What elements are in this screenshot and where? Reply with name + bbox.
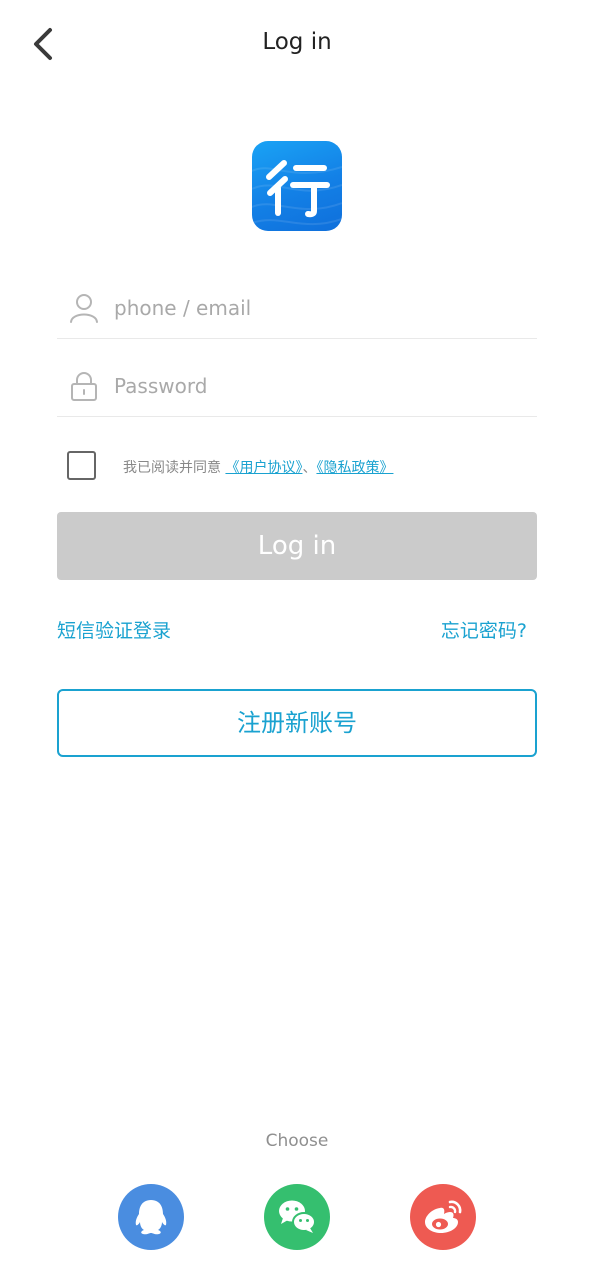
wechat-icon bbox=[279, 1200, 316, 1233]
app-logo bbox=[252, 141, 342, 231]
phone-email-field bbox=[57, 278, 537, 339]
wechat-login-button[interactable] bbox=[264, 1184, 330, 1250]
phone-email-input[interactable] bbox=[114, 290, 524, 326]
user-icon bbox=[70, 294, 98, 323]
third-party-login-label: Choose bbox=[265, 1131, 329, 1151]
agreement-checkbox[interactable] bbox=[67, 451, 96, 480]
forgot-password-link[interactable]: 忘记密码? bbox=[441, 616, 527, 643]
weibo-login-button[interactable] bbox=[410, 1184, 476, 1250]
user-agreement-link[interactable]: 《用户协议》 bbox=[225, 460, 302, 476]
qq-icon bbox=[135, 1200, 167, 1235]
lock-icon bbox=[71, 372, 97, 401]
agreement-prefix: 我已阅读并同意 bbox=[123, 460, 221, 476]
qq-login-button[interactable] bbox=[118, 1184, 184, 1250]
password-input[interactable] bbox=[114, 368, 524, 404]
password-field bbox=[57, 356, 537, 417]
agreement-separator: 、 bbox=[302, 460, 317, 476]
sms-login-link[interactable]: 短信验证登录 bbox=[57, 616, 171, 643]
agreement-text: 我已阅读并同意 《用户协议》、《隐私政策》 bbox=[123, 457, 393, 477]
weibo-icon bbox=[425, 1200, 462, 1233]
login-page: Log in 我已阅读并同意 bbox=[0, 0, 594, 1280]
app-logo-glyph bbox=[252, 160, 342, 226]
privacy-policy-link[interactable]: 《隐私政策》 bbox=[316, 460, 393, 476]
register-button[interactable]: 注册新账号 bbox=[57, 689, 537, 757]
login-button[interactable]: Log in bbox=[57, 512, 537, 580]
page-title: Log in bbox=[262, 29, 332, 55]
